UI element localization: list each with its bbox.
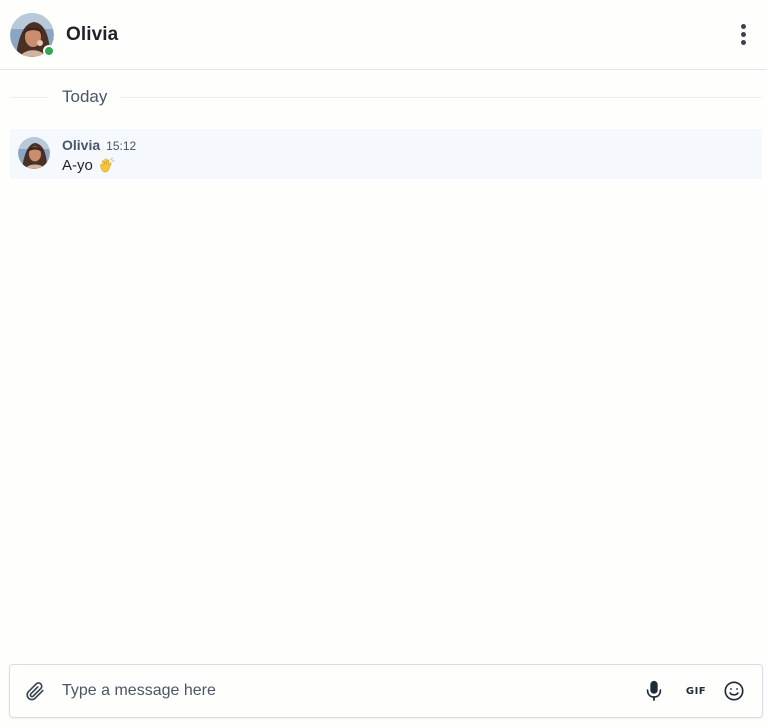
kebab-dot	[740, 40, 746, 45]
microphone-icon[interactable]	[640, 676, 668, 706]
divider-line-right	[121, 96, 762, 98]
day-divider-label: Today	[62, 87, 108, 106]
smiley-icon[interactable]	[720, 676, 748, 706]
kebab-dot	[740, 24, 746, 29]
message-author-avatar[interactable]	[18, 137, 50, 169]
message-input[interactable]	[62, 676, 640, 706]
contact-avatar[interactable]	[10, 12, 55, 57]
gif-label: GIF	[685, 685, 707, 697]
day-divider: Today	[10, 84, 762, 110]
message-body: Olivia 15:12 A-yo	[62, 137, 136, 174]
message-timestamp: 15:12	[106, 139, 137, 153]
divider-line-left	[10, 96, 48, 98]
message-text-row: A-yo	[62, 157, 136, 174]
chat-window: Olivia Today Olivia 15:12 A-yo Type a me…	[0, 0, 767, 728]
chat-header: Olivia	[0, 0, 767, 70]
message-text: A-yo	[62, 157, 93, 174]
gif-icon[interactable]: GIF	[676, 676, 716, 706]
message-meta: Olivia 15:12	[62, 137, 137, 153]
paperclip-icon[interactable]	[24, 680, 46, 702]
kebab-dot	[740, 32, 746, 37]
waving-hand-icon	[100, 157, 115, 173]
more-options-icon[interactable]	[731, 18, 755, 52]
online-status-dot	[43, 44, 55, 57]
message-item[interactable]: Olivia 15:12 A-yo	[10, 129, 762, 179]
message-composer: GIF	[9, 664, 763, 718]
composer-actions: GIF	[640, 676, 748, 706]
contact-name: Olivia	[66, 23, 119, 45]
message-author: Olivia	[62, 137, 101, 153]
